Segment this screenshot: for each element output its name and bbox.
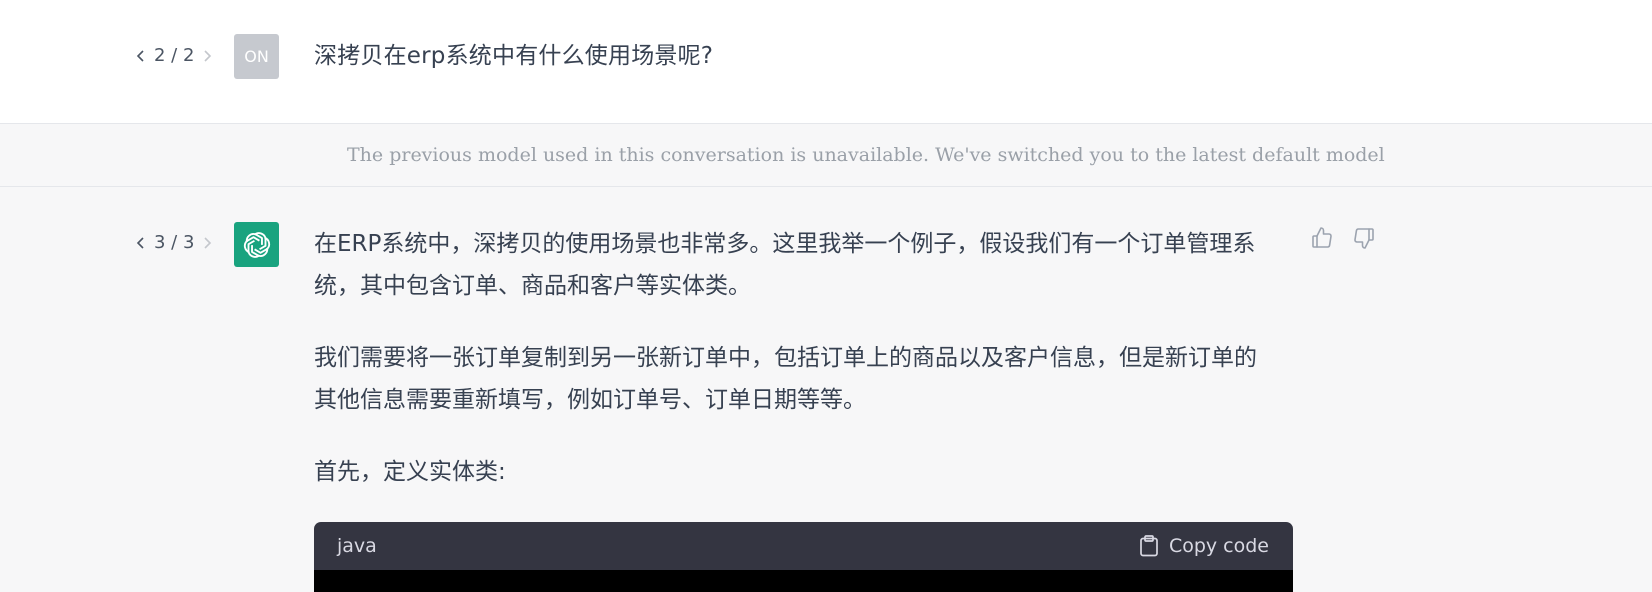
code-language-label: java: [337, 535, 377, 557]
chevron-left-icon[interactable]: [134, 47, 148, 65]
assistant-message-content: 在ERP系统中，深拷贝的使用场景也非常多。这里我举一个例子，假设我们有一个订单管…: [314, 223, 1279, 523]
model-switch-notice: The previous model used in this conversa…: [0, 124, 1652, 187]
chevron-left-icon[interactable]: [134, 234, 148, 252]
openai-logo-icon: [243, 231, 270, 258]
copy-code-button[interactable]: Copy code: [1139, 535, 1269, 557]
thumbs-up-icon[interactable]: [1310, 226, 1334, 250]
reply-paragraph: 我们需要将一张订单复制到另一张新订单中，包括订单上的商品以及客户信息，但是新订单…: [314, 345, 1257, 413]
reply-paragraph: 首先，定义实体类:: [314, 459, 506, 485]
user-message-text: 深拷贝在erp系统中有什么使用场景呢?: [314, 43, 714, 69]
thumbs-down-icon[interactable]: [1352, 226, 1376, 250]
user-message-row: 2 / 2 ON 深拷贝在erp系统中有什么使用场景呢?: [0, 0, 1652, 124]
user-message-pager: 2 / 2: [134, 45, 214, 66]
assistant-message-pager: 3 / 3: [134, 232, 214, 253]
assistant-message-row: 3 / 3 在ERP系统中，深拷贝的使用场景也非常多。这里我举一个例子，假设我们…: [0, 187, 1652, 592]
copy-code-label: Copy code: [1168, 535, 1269, 557]
reply-paragraph: 在ERP系统中，深拷贝的使用场景也非常多。这里我举一个例子，假设我们有一个订单管…: [314, 231, 1256, 299]
code-block-header: java Copy code: [314, 522, 1293, 570]
notice-text: The previous model used in this conversa…: [347, 144, 1385, 166]
assistant-avatar: [234, 222, 279, 267]
chat-page: 2 / 2 ON 深拷贝在erp系统中有什么使用场景呢? The previou…: [0, 0, 1652, 592]
code-content: [314, 570, 1293, 592]
pager-count: 3 / 3: [154, 232, 195, 253]
clipboard-icon: [1140, 535, 1158, 557]
code-block: java Copy code: [314, 522, 1293, 592]
chevron-right-icon[interactable]: [200, 47, 214, 65]
chevron-right-icon[interactable]: [200, 234, 214, 252]
pager-count: 2 / 2: [154, 45, 195, 66]
user-avatar: ON: [234, 34, 279, 79]
feedback-buttons: [1310, 226, 1376, 250]
